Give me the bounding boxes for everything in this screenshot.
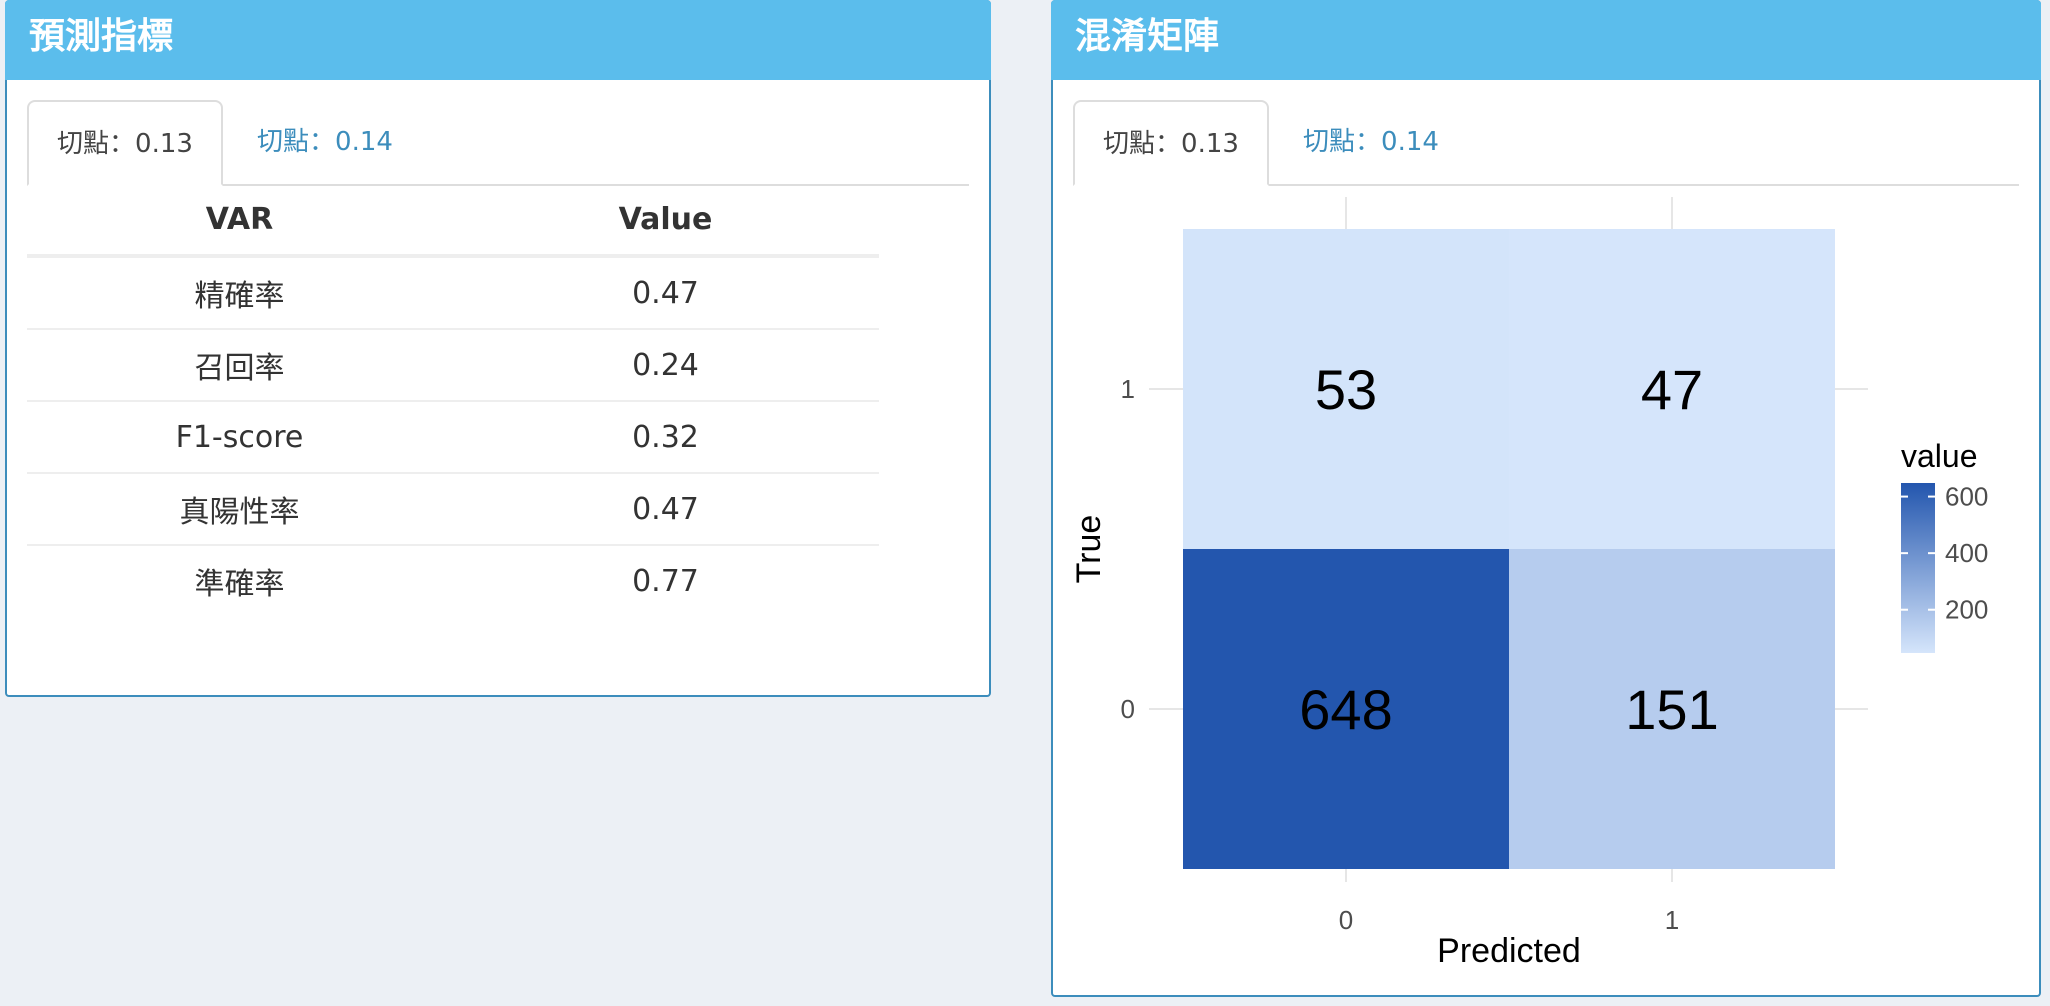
matrix-tabs: 切點：0.13 切點：0.14 — [1073, 100, 2019, 186]
metric-name: 召回率 — [27, 329, 452, 402]
metric-value: 0.47 — [451, 256, 879, 330]
legend-tick-label: 600 — [1945, 482, 1988, 512]
metric-value: 0.47 — [451, 473, 879, 546]
legend-title: value — [1901, 438, 1978, 474]
table-row: F1-score 0.32 — [27, 401, 879, 474]
y-tick-label: 0 — [1121, 694, 1135, 724]
legend-colorbar — [1901, 483, 1935, 653]
cell-value-label: 151 — [1625, 678, 1718, 741]
x-tick-label: 1 — [1665, 905, 1679, 935]
y-tick-label: 1 — [1121, 374, 1135, 404]
table-row: 真陽性率 0.47 — [27, 473, 879, 546]
tab-cutoff-0-14[interactable]: 切點：0.14 — [223, 100, 427, 184]
metric-value: 0.77 — [632, 563, 699, 599]
legend-tick-label: 400 — [1945, 538, 1988, 568]
metrics-panel-title: 預測指標 — [29, 16, 174, 57]
confusion-matrix-panel-header: 混淆矩陣 — [1051, 0, 2041, 80]
confusion-matrix-panel-title: 混淆矩陣 — [1075, 16, 1220, 57]
metrics-tabs: 切點：0.13 切點：0.14 — [27, 100, 969, 186]
tab-cutoff-0-13[interactable]: 切點：0.13 — [27, 100, 223, 186]
metric-value: 0.32 — [451, 401, 879, 474]
table-row: 召回率 0.24 — [27, 329, 879, 402]
metric-value: 0.24 — [451, 329, 879, 402]
cell-value-label: 53 — [1315, 358, 1377, 421]
metrics-panel-header: 預測指標 — [5, 0, 991, 80]
y-axis-title: True — [1070, 515, 1108, 584]
table-row: 精確率 0.47 — [27, 256, 879, 330]
metric-name: 真陽性率 — [27, 473, 452, 546]
metric-name: F1-score — [27, 401, 452, 474]
metric-name: 精確率 — [27, 256, 452, 330]
tab-cutoff-0-13[interactable]: 切點：0.13 — [1073, 100, 1269, 186]
x-axis-title: Predicted — [1437, 932, 1581, 970]
tab-cutoff-0-14[interactable]: 切點：0.14 — [1269, 100, 1473, 184]
x-tick-label: 0 — [1339, 905, 1353, 935]
table-row: 準確率 0.77 — [27, 545, 879, 616]
cell-value-label: 47 — [1641, 358, 1703, 421]
legend-tick-label: 200 — [1945, 595, 1988, 625]
cell-value-label: 648 — [1299, 678, 1392, 741]
confusion-matrix-panel: 混淆矩陣 切點：0.13 切點：0.14 53 47 648 151 0 1 0 1 Pred… — [1051, 0, 2041, 997]
table-header-row: VAR Value — [27, 184, 879, 258]
metric-name: 準確率 — [194, 567, 285, 602]
metrics-panel: 預測指標 切點：0.13 切點：0.14 VAR Value 精確率 0.47 … — [5, 0, 991, 697]
column-header-value[interactable]: Value — [451, 184, 879, 258]
metrics-table: VAR Value 精確率 0.47 召回率 0.24 F1-score 0.3… — [27, 184, 879, 616]
confusion-matrix-chart: 53 47 648 151 0 1 0 1 Predicted True value 600 400… — [1070, 197, 1988, 970]
column-header-var[interactable]: VAR — [27, 184, 452, 258]
